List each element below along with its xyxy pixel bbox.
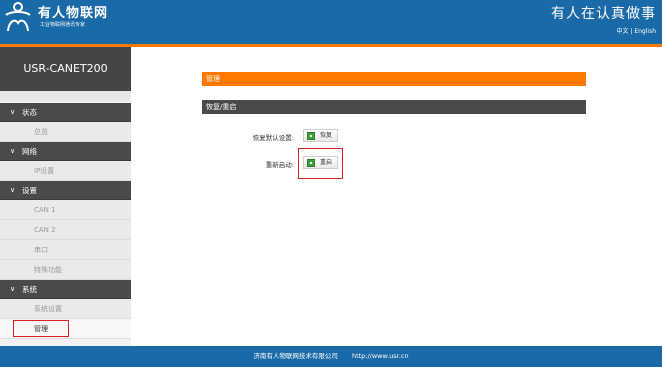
brand-name: 有人物联网 xyxy=(38,6,109,21)
sidebar-item-ip-settings[interactable]: IP设置 xyxy=(0,161,131,181)
sidebar-item-special[interactable]: 特殊功能 xyxy=(0,260,131,280)
sidebar: USR-CANET200 ∨ 状态 总览 ∨ 网络 IP设置 ∨ 设置 CAN … xyxy=(0,47,131,346)
lang-en-link[interactable]: English xyxy=(634,28,656,35)
restore-button-label: 恢复 xyxy=(320,132,333,139)
reboot-highlight-box xyxy=(298,148,343,179)
nav-section-system[interactable]: ∨ 系统 xyxy=(0,280,131,299)
header: 有人物联网 工业物联网通讯专家 有人在认真做事 中文 | English xyxy=(0,0,662,44)
brand-tagline: 工业物联网通讯专家 xyxy=(40,22,86,28)
lang-separator: | xyxy=(630,28,633,35)
restore-button[interactable]: 恢复 xyxy=(303,129,339,142)
footer-company: 济南有人物联网技术有限公司 xyxy=(253,352,338,360)
sidebar-item-can2[interactable]: CAN 2 xyxy=(0,220,131,240)
sidebar-divider xyxy=(0,91,131,101)
sidebar-item-serial[interactable]: 串口 xyxy=(0,240,131,260)
reboot-label: 重新启动: xyxy=(265,161,294,169)
sidebar-item-can1[interactable]: CAN 1 xyxy=(0,200,131,220)
nav-section-network[interactable]: ∨ 网络 xyxy=(0,142,131,161)
sidebar-nav: ∨ 状态 总览 ∨ 网络 IP设置 ∨ 设置 CAN 1 CAN 2 串口 特殊… xyxy=(0,103,131,339)
sidebar-item-overview[interactable]: 总览 xyxy=(0,122,131,142)
chevron-down-icon: ∨ xyxy=(10,186,16,194)
footer-url[interactable]: http://www.usr.cn xyxy=(352,352,409,360)
nav-section-label: 状态 xyxy=(22,108,37,117)
sidebar-item-management[interactable]: 管理 xyxy=(0,319,131,339)
lang-zh-link[interactable]: 中文 xyxy=(616,28,628,35)
usr-logo-icon xyxy=(5,2,31,32)
chevron-down-icon: ∨ xyxy=(10,108,16,116)
subsection-title-bar: 恢复/重启 xyxy=(202,100,586,114)
chevron-down-icon: ∨ xyxy=(10,147,16,155)
chevron-down-icon: ∨ xyxy=(10,285,16,293)
slogan: 有人在认真做事 xyxy=(551,6,656,22)
sidebar-item-system-settings[interactable]: 系统设置 xyxy=(0,299,131,319)
restore-defaults-label: 恢复默认设置: xyxy=(252,134,294,142)
nav-section-label: 系统 xyxy=(22,285,37,294)
section-title-bar: 管理 xyxy=(202,72,586,86)
footer: 济南有人物联网技术有限公司 http://www.usr.cn xyxy=(0,346,662,367)
nav-section-status[interactable]: ∨ 状态 xyxy=(0,103,131,122)
main-content: 管理 恢复/重启 恢复默认设置: 恢复 重新启动: 重启 xyxy=(131,47,662,346)
nav-section-settings[interactable]: ∨ 设置 xyxy=(0,181,131,200)
nav-section-label: 设置 xyxy=(22,186,37,195)
active-item-highlight xyxy=(13,320,69,337)
device-title: USR-CANET200 xyxy=(0,47,131,91)
nav-section-label: 网络 xyxy=(22,147,37,156)
language-switcher: 中文 | English xyxy=(616,26,656,35)
restore-icon xyxy=(307,132,315,140)
